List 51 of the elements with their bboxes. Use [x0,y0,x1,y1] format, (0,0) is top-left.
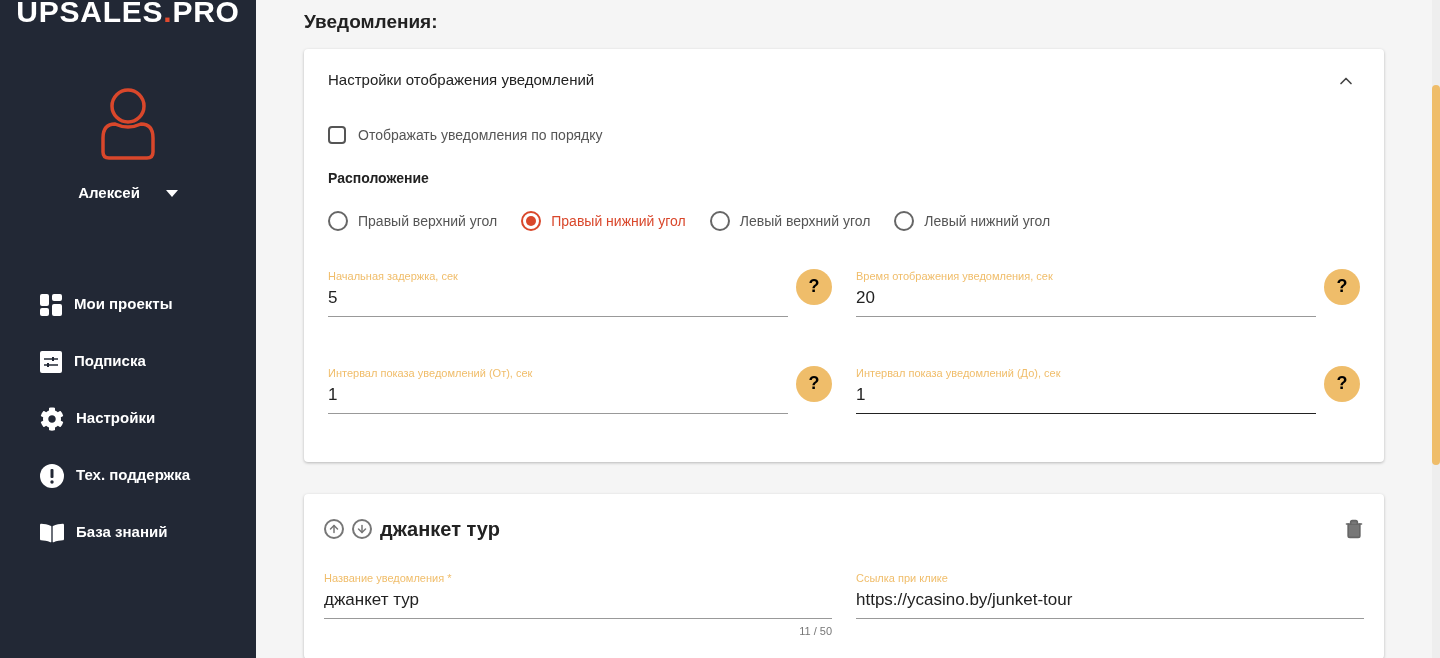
field-label: Название уведомления * [324,570,453,586]
nav-item[interactable]: Тех. поддержка [40,463,191,488]
user-menu[interactable]: Алексей [78,182,178,205]
text-field[interactable]: Время отображения уведомления, сек 20 [856,267,1316,317]
arrow-down-icon [356,522,368,535]
text-field[interactable]: Название уведомления * джанкет тур [324,569,832,619]
exclamation-icon [40,463,64,488]
move-down-button[interactable] [352,518,372,539]
field-value: 20 [856,286,876,309]
field-value: 5 [328,286,339,309]
help-button[interactable]: ? [796,365,832,402]
radio-option[interactable]: Левый верхний угол [709,210,871,232]
help-button[interactable]: ? [1324,365,1360,402]
notification-title: джанкет тур [380,516,500,542]
radio-option[interactable]: Левый нижний угол [894,210,1051,232]
caret-icon [165,189,178,197]
move-up-button[interactable] [324,518,344,539]
field-value: джанкет тур [324,588,420,611]
radio-option[interactable]: Правый нижний угол [521,210,686,232]
field-label: Интервал показа уведомлений (От), сек [328,365,534,381]
section-label: Расположение [328,168,430,188]
field-label: Ссылка при клике [856,570,949,586]
scrollbar-thumb[interactable] [1432,85,1440,465]
grid-icon [40,293,62,316]
radio-option[interactable]: Правый верхний угол [328,210,498,232]
field-value: 1 [328,383,339,406]
sliders-icon [40,350,62,373]
nav-item[interactable]: База знаний [40,520,191,545]
delete-button[interactable] [1344,518,1364,539]
help-button[interactable]: ? [796,268,832,305]
field-label: Интервал показа уведомлений (До), сек [856,365,1062,381]
field-value: 1 [856,383,867,406]
gear-icon [40,406,64,431]
arrow-up-icon [328,522,340,535]
text-field[interactable]: Интервал показа уведомлений (От), сек 1 [328,364,788,414]
field-label: Время отображения уведомления, сек [856,268,1054,284]
text-field[interactable]: Ссылка при клике https://ycasino.by/junket-tour [856,569,1364,619]
trash-icon [1344,518,1364,539]
nav-item[interactable]: Подписка [40,349,191,374]
text-field[interactable]: Начальная задержка, сек 5 [328,267,788,317]
checkbox[interactable]: Отображать уведомления по порядку [328,124,1360,146]
page-title: Уведомления: [304,10,439,34]
logo[interactable]: UPSALES.PRO [16,0,240,32]
text-field[interactable]: Интервал показа уведомлений (До), сек 1 [856,364,1316,414]
nav-item[interactable]: Мои проекты [40,292,191,317]
help-button[interactable]: ? [1324,268,1360,305]
field-label: Начальная задержка, сек [328,268,459,284]
card-title: Настройки отображения уведомлений [328,70,595,91]
character-counter: 11 / 50 [799,623,832,639]
field-value: https://ycasino.by/junket-tour [856,588,1074,611]
nav-item[interactable]: Настройки [40,406,191,431]
